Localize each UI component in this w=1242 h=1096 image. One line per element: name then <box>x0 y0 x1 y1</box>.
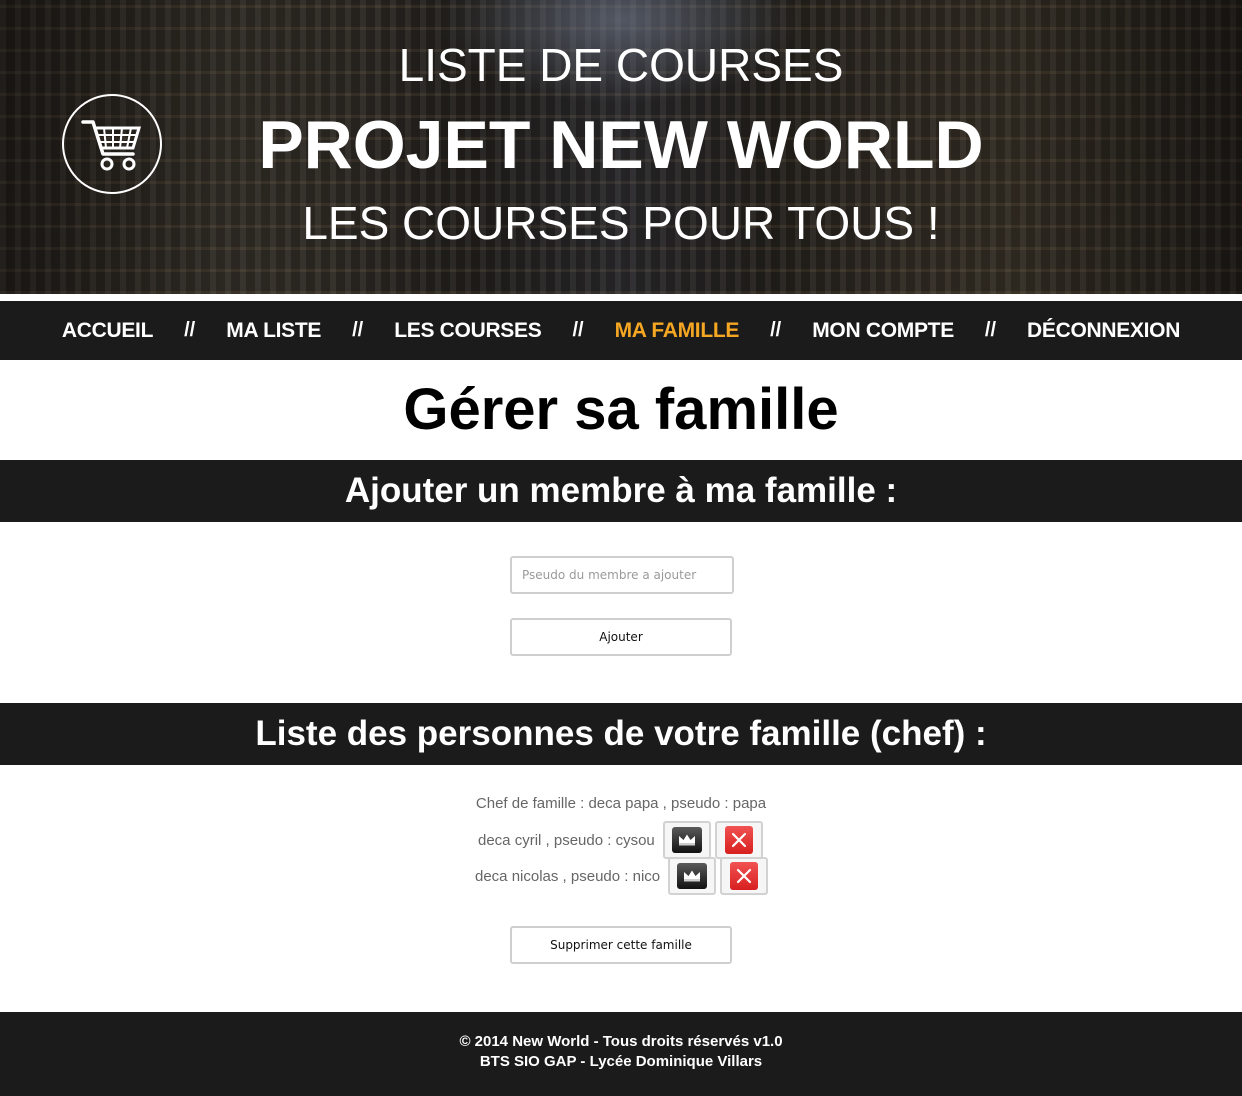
nav-separator: // <box>572 319 584 341</box>
add-member-button[interactable]: Ajouter <box>510 618 732 656</box>
site-title: PROJET NEW WORLD <box>258 107 984 183</box>
promote-member-button[interactable] <box>668 857 717 895</box>
delete-family-button[interactable]: Supprimer cette famille <box>510 926 732 964</box>
nav-mon-compte[interactable]: MON COMPTE <box>812 319 954 343</box>
member-pseudo-input[interactable] <box>510 556 734 594</box>
nav-ma-liste[interactable]: MA LISTE <box>226 319 321 343</box>
member-label: deca cyril , pseudo : cysou <box>478 831 655 849</box>
add-member-heading: Ajouter un membre à ma famille : <box>0 460 1242 522</box>
nav-separator: // <box>984 319 997 341</box>
header-banner: LISTE DE COURSES PROJET NEW WORLD LES CO… <box>0 0 1242 294</box>
nav-separator: // <box>770 319 782 341</box>
nav-deconnexion[interactable]: DÉCONNEXION <box>1027 319 1180 343</box>
crown-icon <box>677 863 708 889</box>
nav-separator: // <box>352 319 364 341</box>
nav-les-courses[interactable]: LES COURSES <box>394 319 542 343</box>
nav-separator: // <box>184 319 196 341</box>
nav-ma-famille[interactable]: MA FAMILLE <box>615 319 740 343</box>
crown-icon <box>671 827 702 853</box>
close-icon <box>730 862 759 890</box>
remove-member-button[interactable] <box>720 857 769 895</box>
footer-school: BTS SIO GAP - Lycée Dominique Villars <box>479 1053 763 1070</box>
page-title: Gérer sa famille <box>403 377 839 442</box>
footer: © 2014 New World - Tous droits réservés … <box>0 1012 1242 1096</box>
member-label: deca nicolas , pseudo : nico <box>475 867 661 885</box>
list-item: deca nicolas , pseudo : nico <box>475 854 769 898</box>
family-list-heading: Liste des personnes de votre famille (ch… <box>0 703 1242 765</box>
nav-accueil[interactable]: ACCUEIL <box>62 319 154 343</box>
site-tagline: LES COURSES POUR TOUS ! <box>302 197 940 249</box>
family-chef-line: Chef de famille : deca papa , pseudo : p… <box>475 795 767 812</box>
footer-copyright: © 2014 New World - Tous droits réservés … <box>459 1033 783 1050</box>
close-icon <box>724 826 753 854</box>
main-nav: ACCUEIL // MA LISTE // LES COURSES // MA… <box>0 301 1242 360</box>
site-subtitle: LISTE DE COURSES <box>398 39 844 91</box>
